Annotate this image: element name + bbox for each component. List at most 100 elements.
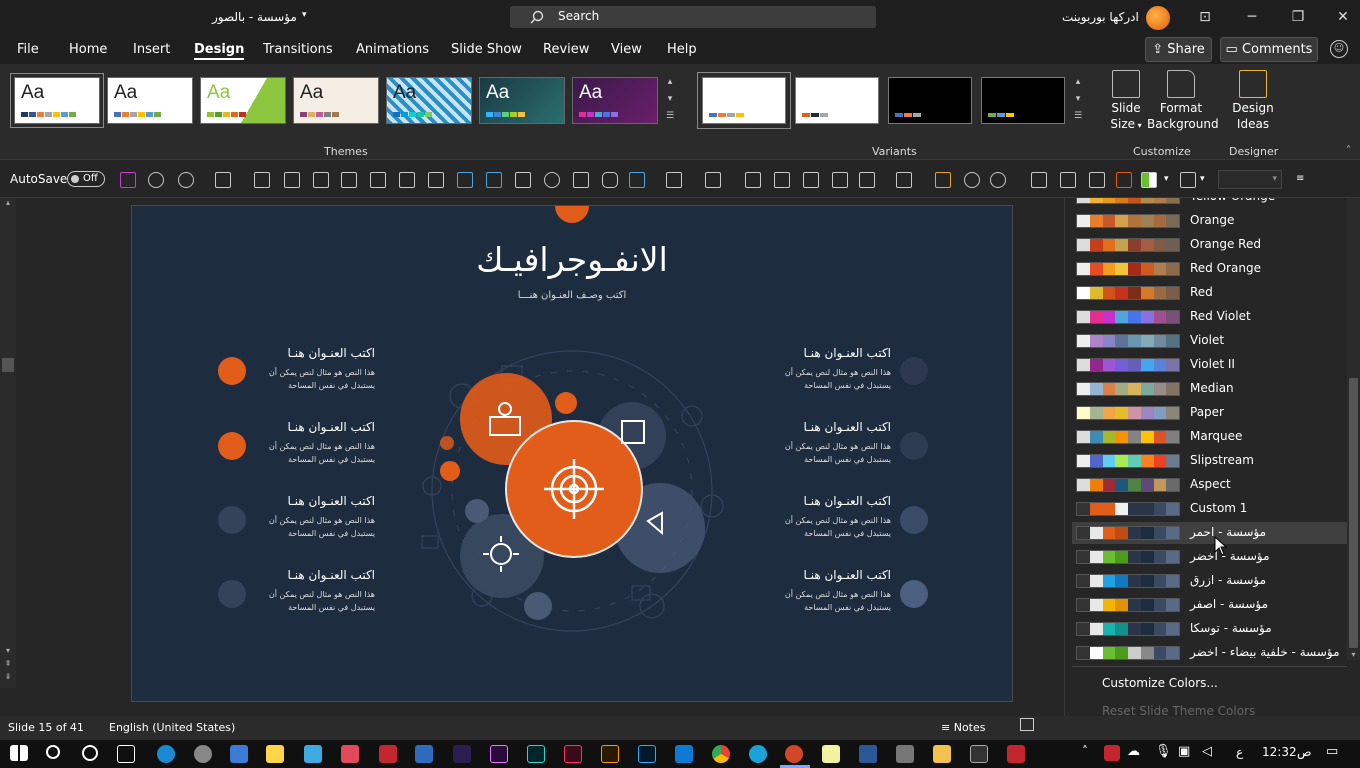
slide-subtitle[interactable]: اكتب وصـف العنـوان هنـــا: [132, 290, 1012, 301]
illustrator-icon[interactable]: [601, 745, 619, 763]
list-item[interactable]: اكتب العنـوان هنـا هذا النص هو مثال لنص ي…: [225, 420, 375, 466]
text-box-icon[interactable]: [486, 172, 502, 188]
list-item[interactable]: اكتب العنـوان هنـا هذا النص هو مثال لنص ي…: [225, 346, 375, 392]
qat-customize-icon[interactable]: ≡: [1296, 173, 1304, 184]
avatar[interactable]: [1146, 6, 1170, 30]
highlighter-icon[interactable]: [774, 172, 790, 188]
clock[interactable]: 12:32: [1262, 745, 1297, 759]
theme-facet[interactable]: Aa: [200, 77, 286, 124]
info-icon[interactable]: [1180, 172, 1196, 188]
clear-format-icon[interactable]: [705, 172, 721, 188]
chrome-icon[interactable]: [712, 745, 730, 763]
picture-icon[interactable]: [428, 172, 444, 188]
slide-size-button[interactable]: Slide Size ▾: [1105, 70, 1147, 134]
group-icon[interactable]: [370, 172, 386, 188]
tab-review[interactable]: Review: [543, 42, 589, 57]
word-icon[interactable]: [859, 745, 877, 763]
design-ideas-button[interactable]: Design Ideas: [1228, 70, 1278, 132]
tray-expand-icon[interactable]: ˄: [1082, 744, 1088, 758]
variant-2[interactable]: [795, 77, 879, 124]
browser-icon[interactable]: [157, 745, 175, 763]
color-scheme-item[interactable]: مؤسسة - اخضر: [1072, 546, 1347, 568]
theme-ion[interactable]: Aa: [386, 77, 472, 124]
task-view-icon[interactable]: [117, 745, 135, 763]
theme-organic[interactable]: Aa: [572, 77, 658, 124]
autosave-toggle[interactable]: Off: [67, 171, 105, 187]
info-dropdown-icon[interactable]: ▾: [1200, 174, 1205, 184]
undo-icon[interactable]: [178, 172, 194, 188]
tab-slide-show[interactable]: Slide Show: [451, 42, 522, 57]
minimize-icon[interactable]: ─: [1244, 9, 1260, 25]
language-status[interactable]: English (United States): [109, 721, 235, 734]
slide-canvas[interactable]: الانفـوجرافيـك اكتب وصـف العنـوان هنـــا…: [131, 205, 1013, 702]
color-scheme-item[interactable]: Marquee: [1072, 426, 1347, 448]
microphone-icon[interactable]: 🎙: [1155, 744, 1172, 759]
color-scheme-item[interactable]: Orange: [1072, 210, 1347, 232]
ungroup-icon[interactable]: [399, 172, 415, 188]
app-icon[interactable]: [304, 745, 322, 763]
color-scheme-item[interactable]: مؤسسة - خلفية بيضاء - اخضر: [1072, 642, 1347, 664]
powerpoint-icon[interactable]: [785, 745, 803, 763]
themes-scroll-icon[interactable]: ▴ ▾ ☰: [664, 74, 676, 128]
app-icon[interactable]: [379, 745, 397, 763]
color-scheme-item[interactable]: Violet II: [1072, 354, 1347, 376]
variant-1[interactable]: [702, 77, 786, 124]
color-scheme-item[interactable]: Violet: [1072, 330, 1347, 352]
app-icon[interactable]: [453, 745, 471, 763]
layout-icon[interactable]: [215, 172, 231, 188]
color-scheme-item[interactable]: Orange Red: [1072, 234, 1347, 256]
document-title[interactable]: مؤسسة - بالصور: [212, 10, 297, 24]
color-scheme-item[interactable]: مؤسسة - ازرق: [1072, 570, 1347, 592]
color-scheme-item[interactable]: مؤسسة - توسكا: [1072, 618, 1347, 640]
color-scheme-item[interactable]: Aspect: [1072, 474, 1347, 496]
store-icon[interactable]: [266, 745, 284, 763]
share-button[interactable]: ⇪ Share: [1145, 37, 1212, 62]
arrange-icon[interactable]: [341, 172, 357, 188]
variants-scroll-icon[interactable]: ▴ ▾ ☰: [1072, 74, 1084, 128]
save-icon[interactable]: [120, 172, 136, 188]
format-painter-icon[interactable]: [284, 172, 300, 188]
crop-to-shape-icon[interactable]: [1060, 172, 1076, 188]
pen-icon[interactable]: [745, 172, 761, 188]
list-item[interactable]: اكتب العنـوان هنـا هذا النص هو مثال لنص ي…: [741, 568, 891, 614]
onedrive-icon[interactable]: ☁: [1127, 744, 1140, 759]
transform-icon[interactable]: [457, 172, 473, 188]
colors-scroll-thumb[interactable]: [1349, 378, 1358, 648]
scroll-up-icon[interactable]: ▴: [2, 198, 14, 210]
account-name[interactable]: ادركها بوربوينت: [1062, 10, 1139, 24]
eraser-icon[interactable]: [666, 172, 682, 188]
oval-icon[interactable]: [544, 172, 560, 188]
shape-outline-icon[interactable]: [990, 172, 1006, 188]
shapes-icon[interactable]: [629, 172, 645, 188]
variant-3[interactable]: [888, 77, 972, 124]
calculator-icon[interactable]: [896, 745, 914, 763]
copy-icon[interactable]: [313, 172, 329, 188]
theme-integral[interactable]: Aa: [293, 77, 379, 124]
eyedropper-icon[interactable]: [515, 172, 531, 188]
color-scheme-item[interactable]: مؤسسة - احمر: [1072, 522, 1347, 544]
crop-icon[interactable]: [832, 172, 848, 188]
list-item[interactable]: اكتب العنـوان هنـا هذا النص هو مثال لنص ي…: [225, 568, 375, 614]
vscode-icon[interactable]: [675, 745, 693, 763]
close-icon[interactable]: ✕: [1335, 9, 1351, 25]
notes-app-icon[interactable]: [822, 745, 840, 763]
office-icon[interactable]: [1116, 172, 1132, 188]
pencil-icon[interactable]: [803, 172, 819, 188]
merge-shapes-icon[interactable]: [935, 172, 951, 188]
redo-icon[interactable]: [148, 172, 164, 188]
tab-design[interactable]: Design: [194, 42, 245, 60]
notifications-icon[interactable]: ▭: [1326, 744, 1338, 759]
font-size-field[interactable]: ▾: [1218, 170, 1282, 189]
title-dropdown-icon[interactable]: ▾: [302, 10, 307, 20]
colors-scroll-down-icon[interactable]: ▾: [1347, 650, 1360, 662]
color-scheme-item[interactable]: مؤسسة - اصفر: [1072, 594, 1347, 616]
scroll-thumb[interactable]: [2, 358, 14, 372]
slide-title[interactable]: الانفـوجرافيـك: [132, 240, 1012, 279]
app-icon[interactable]: [1007, 745, 1025, 763]
tab-home[interactable]: Home: [69, 42, 107, 57]
tab-transitions[interactable]: Transitions: [263, 42, 333, 57]
search-icon[interactable]: [46, 745, 60, 759]
color-scheme-item[interactable]: Median: [1072, 378, 1347, 400]
notes-button[interactable]: ≡ Notes: [941, 721, 986, 734]
vertical-scrollbar[interactable]: ▴ ▾ ⇞ ⇟: [0, 198, 16, 688]
